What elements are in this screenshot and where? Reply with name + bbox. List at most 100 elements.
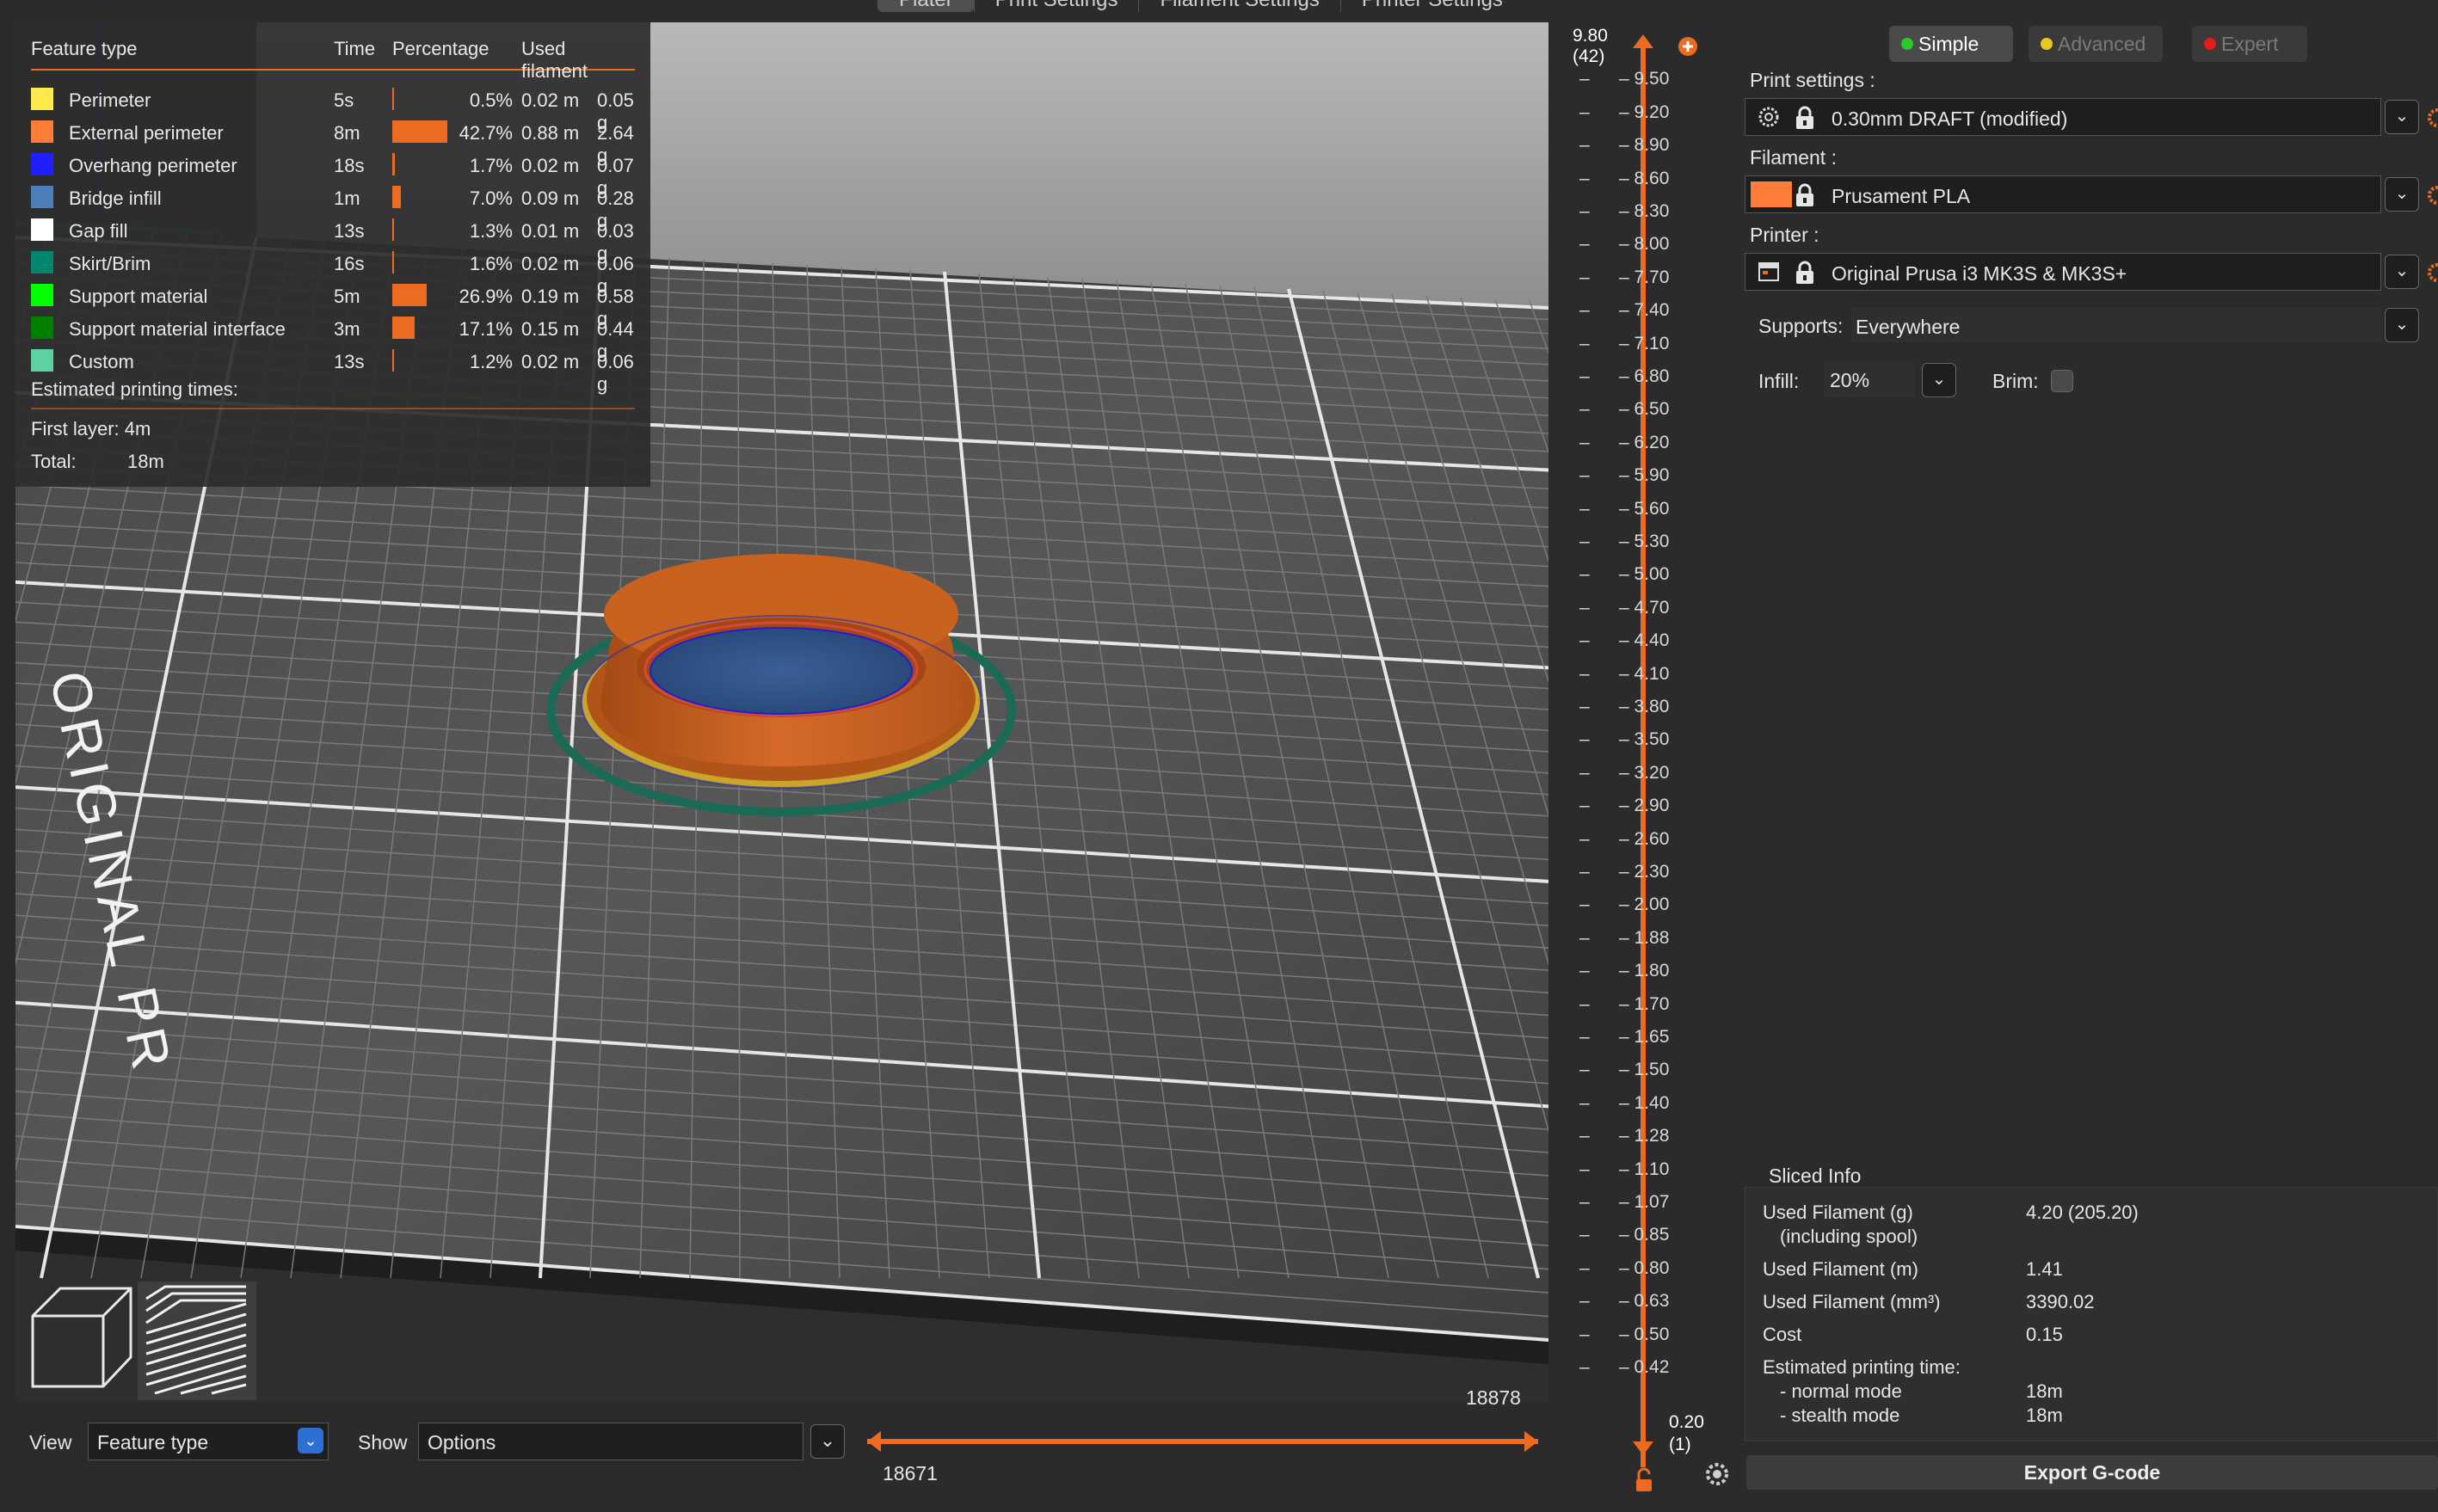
legend-time: 5m — [334, 286, 360, 307]
filament-dropdown[interactable]: ⌄ — [2385, 177, 2419, 212]
supports-value: Everywhere — [1856, 316, 1961, 338]
vslider-tick: – – 5.90 — [1579, 465, 1670, 486]
vslider-tick-label: 2.90 — [1634, 796, 1670, 816]
tick-mark: – — [1579, 597, 1590, 618]
legend-time: 18s — [334, 155, 365, 176]
tick-mark: – — [1579, 564, 1590, 585]
legend-row[interactable]: Custom 13s 1.2% 0.02 m 0.06 g — [31, 344, 635, 395]
normal-mode-label: - normal mode — [1780, 1380, 1902, 1402]
legend-color-swatch — [31, 284, 53, 306]
print-settings-select[interactable]: 0.30mm DRAFT (modified) — [1745, 98, 2381, 136]
vslider-tick: – – 1.70 — [1579, 993, 1670, 1014]
supports-dropdown[interactable]: ⌄ — [2385, 308, 2419, 342]
lock-icon — [1796, 183, 1813, 206]
tick-mark: – — [1579, 1291, 1590, 1312]
infill-label: Infill: — [1758, 370, 1800, 392]
legend-percentage-bar — [392, 218, 394, 241]
legend-length: 0.01 m — [521, 220, 580, 242]
legend-feature-name: Overhang perimeter — [69, 155, 237, 176]
vslider-bottom-layer: (1) — [1669, 1435, 1691, 1454]
legend-row[interactable]: External perimeter 8m 42.7% 0.88 m 2.64 g — [31, 115, 635, 166]
tick-mark: – — [1579, 1060, 1590, 1080]
printer-select[interactable]: Original Prusa i3 MK3S & MK3S+ — [1745, 253, 2381, 291]
legend-time: 5s — [334, 89, 354, 111]
legend-row[interactable]: Support material 5m 26.9% 0.19 m 0.58 g — [31, 279, 635, 329]
vslider-tick: – – 2.30 — [1579, 862, 1670, 882]
tab-filament-settings[interactable]: Filament Settings — [1138, 0, 1339, 12]
view-select[interactable]: Feature type — [88, 1423, 329, 1460]
legend-row[interactable]: Gap fill 13s 1.3% 0.01 m 0.03 g — [31, 213, 635, 264]
vslider-tick: – – 7.70 — [1579, 267, 1670, 287]
legend-weight: 0.06 g — [597, 351, 634, 395]
legend-percentage-bar — [392, 88, 394, 110]
vslider-tick: – – 3.20 — [1579, 762, 1670, 783]
tab-printer-settings[interactable]: Printer Settings — [1339, 0, 1524, 12]
infill-dropdown[interactable]: ⌄ — [1922, 363, 1956, 397]
legend-col-time: Time — [334, 38, 376, 59]
tab-print-settings[interactable]: Print Settings — [973, 0, 1139, 12]
vslider-tick-label: 7.40 — [1634, 300, 1670, 321]
filament-edit-icon[interactable] — [2426, 184, 2438, 206]
show-select[interactable]: Options — [418, 1423, 803, 1460]
vslider-tick-label: 8.30 — [1634, 201, 1670, 221]
legend-percentage-bar — [392, 349, 394, 372]
tick-mark: – — [1579, 1027, 1590, 1047]
show-dropdown-button[interactable]: ⌄ — [810, 1424, 845, 1459]
print-settings-dropdown[interactable]: ⌄ — [2385, 100, 2419, 134]
filament-select[interactable]: Prusament PLA — [1745, 175, 2381, 213]
printer-dropdown[interactable]: ⌄ — [2385, 255, 2419, 289]
legend-color-swatch — [31, 186, 53, 208]
3d-view-icon[interactable] — [26, 1282, 136, 1393]
vslider-tick-label: 6.20 — [1634, 432, 1670, 452]
mode-advanced-button[interactable]: Advanced — [2029, 26, 2163, 62]
tick-mark: – — [1579, 234, 1590, 255]
legend-row[interactable]: Overhang perimeter 18s 1.7% 0.02 m 0.07 g — [31, 148, 635, 199]
view-dropdown-button[interactable]: ⌄ — [298, 1428, 323, 1454]
print-settings-edit-icon[interactable] — [2426, 107, 2438, 129]
legend-row[interactable]: Support material interface 3m 17.1% 0.15 m0… — [31, 311, 635, 362]
legend-length: 0.19 m — [521, 286, 580, 307]
print-settings-value: 0.30mm DRAFT (modified) — [1832, 108, 2068, 130]
export-gcode-button[interactable]: Export G-code — [1746, 1455, 2438, 1490]
filament-label: Filament : — [1750, 146, 1837, 169]
tick-mark: – — [1579, 796, 1590, 816]
infill-select[interactable]: 20% — [1824, 361, 1915, 397]
vslider-tick: – – 6.80 — [1579, 366, 1670, 386]
show-select-value: Options — [428, 1431, 496, 1454]
legend-time: 13s — [334, 351, 365, 372]
vslider-tick-label: 1.10 — [1634, 1159, 1670, 1179]
filament-color-swatch — [1751, 181, 1792, 207]
tab-plater[interactable]: Plater — [877, 0, 974, 12]
hslider-low-thumb[interactable] — [867, 1431, 881, 1452]
legend-row[interactable]: Skirt/Brim 16s 1.6% 0.02 m 0.06 g — [31, 246, 635, 297]
advanced-dot — [2041, 38, 2053, 50]
hslider-high-thumb[interactable] — [1524, 1431, 1538, 1452]
legend-time: 13s — [334, 220, 365, 242]
legend-row[interactable]: Perimeter 5s 0.5% 0.02 m 0.05 g — [31, 83, 635, 133]
legend-color-swatch — [31, 317, 53, 339]
used-filament-m-value: 1.41 — [2026, 1258, 2063, 1280]
horizontal-slider[interactable] — [859, 1424, 1564, 1459]
printer-edit-icon[interactable] — [2426, 261, 2438, 284]
est-time-label: Estimated printing time: — [1763, 1356, 1961, 1378]
vslider-tick: – – 1.28 — [1579, 1126, 1670, 1146]
tick-mark: – — [1579, 862, 1590, 882]
vslider-tick-label: 3.80 — [1634, 697, 1670, 716]
vslider-tick: – – 3.80 — [1579, 697, 1670, 716]
vertical-layer-slider[interactable]: 9.80 (42) – – 9.50– – 9.20– – 8.90– – 8.60– –… — [1557, 22, 1738, 1502]
used-filament-g-value: 4.20 (205.20) — [2026, 1202, 2139, 1223]
mode-simple-button[interactable]: Simple — [1889, 26, 2013, 62]
legend-row[interactable]: Bridge infill 1m 7.0% 0.09 m 0.28 g — [31, 181, 635, 231]
supports-select[interactable]: Everywhere — [1851, 308, 2381, 342]
mode-expert-button[interactable]: Expert — [2192, 26, 2307, 62]
legend-time: 8m — [334, 122, 360, 144]
tick-mark: – — [1579, 532, 1590, 551]
tick-mark: – — [1579, 168, 1590, 188]
layers-view-icon[interactable] — [138, 1282, 256, 1400]
brim-checkbox[interactable] — [2051, 370, 2073, 392]
vslider-tick: – – 4.70 — [1579, 597, 1670, 618]
vslider-tick: – – 1.10 — [1579, 1159, 1670, 1179]
simple-dot — [1901, 38, 1913, 50]
legend-col-feature: Feature type — [31, 38, 138, 59]
legend-percentage: 1.6% — [469, 253, 513, 274]
